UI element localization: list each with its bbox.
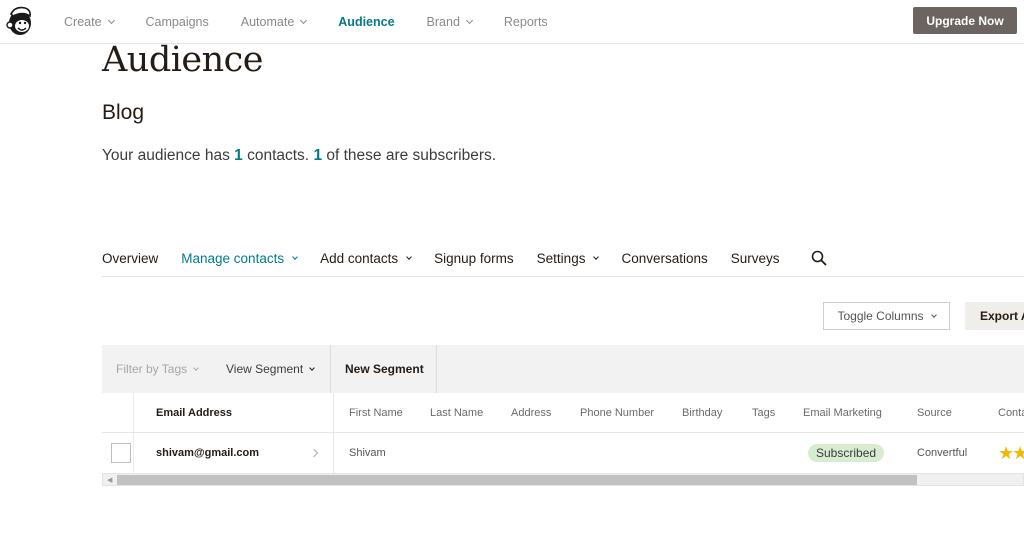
- tab-conversations[interactable]: Conversations: [621, 251, 707, 266]
- tab-manage-contacts[interactable]: Manage contacts: [181, 250, 298, 266]
- summary-middle: contacts.: [242, 147, 314, 164]
- audience-name: Blog: [102, 101, 145, 124]
- nav-create-label: Create: [64, 15, 102, 29]
- chevron-down-icon: [107, 16, 115, 25]
- nav-audience[interactable]: Audience: [338, 15, 394, 29]
- nav-campaigns-label: Campaigns: [145, 15, 209, 29]
- scrollbar-thumb[interactable]: [117, 475, 917, 485]
- scroll-left-arrow-icon[interactable]: ◀: [107, 476, 112, 484]
- chevron-down-icon: [309, 364, 315, 371]
- filter-by-tags-dropdown[interactable]: Filter by Tags: [102, 345, 212, 393]
- cell-contact-rating: ★★: [998, 433, 1024, 473]
- tab-add-contacts-label: Add contacts: [320, 250, 399, 266]
- chevron-down-icon: [292, 253, 298, 260]
- column-header-phone[interactable]: Phone Number: [580, 393, 654, 433]
- view-segment-label: View Segment: [226, 362, 304, 376]
- cell-source: Convertful: [917, 447, 968, 459]
- audience-summary: Your audience has 1 contacts. 1 of these…: [102, 147, 496, 165]
- chevron-down-icon: [193, 364, 199, 371]
- tab-overview[interactable]: Overview: [102, 251, 158, 266]
- table-row[interactable]: shivam@gmail.com Shivam Subscribed Conve…: [102, 433, 1024, 473]
- new-segment-button[interactable]: New Segment: [331, 345, 437, 393]
- contacts-count: 1: [234, 147, 243, 164]
- tab-surveys-label: Surveys: [730, 250, 780, 266]
- toggle-columns-label: Toggle Columns: [837, 309, 924, 323]
- nav-automate-label: Automate: [240, 15, 295, 29]
- column-header-first-name[interactable]: First Name: [349, 393, 403, 433]
- star-rating-icon: ★★: [998, 442, 1024, 463]
- nav-reports-label: Reports: [503, 15, 548, 29]
- mailchimp-logo-icon[interactable]: [5, 4, 35, 38]
- column-header-tags[interactable]: Tags: [752, 393, 775, 433]
- tab-add-contacts[interactable]: Add contacts: [320, 250, 412, 266]
- nav-brand[interactable]: Brand: [426, 15, 473, 29]
- tab-surveys[interactable]: Surveys: [731, 251, 780, 266]
- audience-subnav: Overview Manage contacts Add contacts Si…: [102, 240, 1024, 277]
- tab-conversations-label: Conversations: [621, 250, 708, 266]
- tab-manage-contacts-label: Manage contacts: [181, 250, 285, 266]
- column-header-email-marketing[interactable]: Email Marketing: [803, 393, 882, 433]
- summary-suffix: of these are subscribers.: [322, 147, 497, 164]
- column-header-email[interactable]: Email Address: [156, 393, 232, 433]
- tab-settings-label: Settings: [536, 250, 586, 266]
- view-segment-dropdown[interactable]: View Segment: [212, 345, 331, 393]
- cell-first-name: Shivam: [349, 447, 386, 459]
- column-header-source[interactable]: Source: [917, 393, 952, 433]
- chevron-down-icon: [465, 16, 473, 25]
- page-title: Audience: [102, 40, 264, 80]
- tab-signup-forms[interactable]: Signup forms: [434, 251, 514, 266]
- chevron-down-icon: [300, 16, 308, 25]
- tab-settings[interactable]: Settings: [536, 250, 600, 266]
- cell-email[interactable]: shivam@gmail.com: [156, 433, 259, 473]
- summary-prefix: Your audience has: [102, 147, 235, 164]
- upgrade-now-button[interactable]: Upgrade Now: [913, 7, 1017, 34]
- chevron-down-icon: [593, 253, 600, 260]
- filter-bar: Filter by Tags View Segment New Segment: [102, 345, 1024, 393]
- subscribers-count: 1: [313, 147, 323, 164]
- column-header-birthday[interactable]: Birthday: [682, 393, 722, 433]
- top-navigation: Create Campaigns Automate Audience Brand…: [0, 0, 1024, 44]
- export-audience-button[interactable]: Export Audience: [965, 302, 1024, 330]
- nav-automate[interactable]: Automate: [240, 15, 308, 29]
- column-header-last-name[interactable]: Last Name: [430, 393, 483, 433]
- subscribed-badge: Subscribed: [808, 444, 885, 462]
- column-header-contact-rating[interactable]: Contact Rating: [998, 393, 1024, 433]
- main-nav: Create Campaigns Automate Audience Brand…: [64, 0, 580, 44]
- tab-signup-forms-label: Signup forms: [434, 250, 514, 266]
- chevron-down-icon: [930, 311, 937, 318]
- chevron-down-icon: [406, 253, 412, 260]
- table-header: Email Address First Name Last Name Addre…: [102, 393, 1024, 433]
- tab-overview-label: Overview: [102, 250, 159, 266]
- search-icon[interactable]: [811, 250, 827, 266]
- contacts-table: Email Address First Name Last Name Addre…: [102, 393, 1024, 473]
- nav-audience-label: Audience: [338, 15, 395, 29]
- filter-by-tags-label: Filter by Tags: [116, 362, 188, 376]
- column-header-address[interactable]: Address: [511, 393, 551, 433]
- nav-brand-label: Brand: [426, 15, 460, 29]
- toggle-columns-button[interactable]: Toggle Columns: [823, 302, 950, 330]
- nav-reports[interactable]: Reports: [504, 15, 548, 29]
- nav-create[interactable]: Create: [64, 15, 115, 29]
- nav-campaigns[interactable]: Campaigns: [146, 15, 209, 29]
- horizontal-scrollbar[interactable]: ◀: [102, 473, 1024, 486]
- cell-email-marketing: Subscribed: [808, 433, 885, 473]
